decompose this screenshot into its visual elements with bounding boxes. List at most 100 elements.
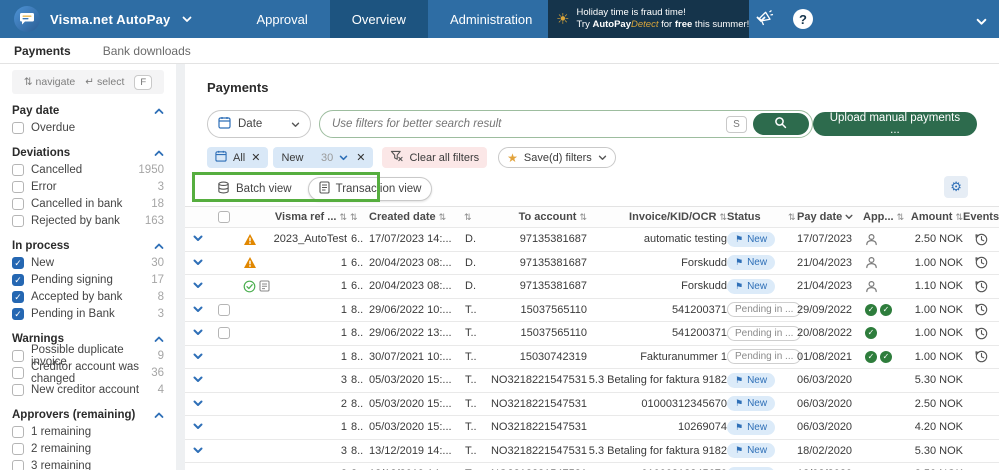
- row-checkbox[interactable]: [218, 327, 230, 339]
- filter-checkbox[interactable]: [12, 367, 24, 379]
- col-status[interactable]: Status: [727, 211, 785, 223]
- subtab-payments[interactable]: Payments: [14, 44, 71, 58]
- filter-item[interactable]: 3 remaining: [12, 457, 164, 470]
- table-row[interactable]: 1 8.. 29/06/2022 13:... T.. 15037565110 …: [185, 322, 999, 346]
- sort-icon[interactable]: ⇅: [579, 212, 587, 223]
- row-expand-chevron-icon[interactable]: [193, 304, 203, 316]
- col-extra-sort-2[interactable]: ⇅: [461, 212, 487, 223]
- row-checkbox[interactable]: [218, 304, 230, 316]
- saved-filters-dropdown[interactable]: ★ Save(d) filters: [498, 147, 616, 168]
- collapse-chevron-up-icon[interactable]: [154, 408, 164, 422]
- table-row[interactable]: 1 6.. 20/04/2023 08:... D. 97135381687 F…: [185, 275, 999, 299]
- filter-section-header[interactable]: Pay date: [12, 102, 164, 119]
- table-row[interactable]: 2023_AutoTest 6.. 17/07/2023 14:... D. 9…: [185, 228, 999, 252]
- subtab-bank-downloads[interactable]: Bank downloads: [103, 44, 191, 58]
- remove-new-filter-icon[interactable]: ✕: [356, 151, 365, 164]
- sort-icon[interactable]: ⇅: [719, 212, 727, 223]
- transaction-view-button[interactable]: Transaction view: [308, 177, 433, 201]
- batch-view-button[interactable]: Batch view: [207, 177, 302, 201]
- clear-all-filters-button[interactable]: Clear all filters: [382, 147, 487, 168]
- navbar-collapse-chevron-icon[interactable]: [976, 15, 987, 29]
- filter-section-header[interactable]: In process: [12, 237, 164, 254]
- row-expand-chevron-icon[interactable]: [193, 421, 203, 433]
- filter-item[interactable]: ✓ Accepted by bank 8: [12, 288, 164, 305]
- filter-item[interactable]: 2 remaining: [12, 440, 164, 457]
- filter-section-header[interactable]: Approvers (remaining): [12, 406, 164, 423]
- filter-item[interactable]: Creditor account was changed 36: [12, 364, 164, 381]
- filter-checkbox[interactable]: ✓: [12, 274, 24, 286]
- search-button[interactable]: [753, 113, 809, 135]
- filter-section-header[interactable]: Deviations: [12, 144, 164, 161]
- table-row[interactable]: 2 8.. 13/12/2019 14:... T.. NO3218221547…: [185, 463, 999, 470]
- sort-desc-icon[interactable]: [845, 212, 853, 222]
- row-expand-chevron-icon[interactable]: [193, 280, 203, 292]
- filter-checkbox[interactable]: [12, 350, 24, 362]
- row-expand-chevron-icon[interactable]: [193, 233, 203, 245]
- collapse-chevron-up-icon[interactable]: [154, 146, 164, 160]
- collapse-chevron-up-icon[interactable]: [154, 239, 164, 253]
- filter-checkbox[interactable]: [12, 384, 24, 396]
- select-all-checkbox[interactable]: [218, 211, 230, 223]
- date-filter-dropdown[interactable]: Date: [207, 110, 311, 138]
- filter-item[interactable]: Error 3: [12, 178, 164, 195]
- megaphone-icon[interactable]: [756, 9, 775, 30]
- collapse-chevron-up-icon[interactable]: [154, 332, 164, 346]
- upload-manual-payments-button[interactable]: Upload manual payments ...: [813, 112, 977, 136]
- nav-tab-overview[interactable]: Overview: [330, 0, 428, 38]
- filter-checkbox[interactable]: [12, 122, 24, 134]
- events-history-icon[interactable]: [975, 303, 988, 316]
- collapse-chevron-up-icon[interactable]: [154, 104, 164, 118]
- nav-tab-approval[interactable]: Approval: [234, 0, 329, 38]
- filter-chip-all[interactable]: All ✕: [207, 147, 268, 168]
- col-amount[interactable]: Amount⇅: [901, 211, 963, 223]
- row-expand-chevron-icon[interactable]: [193, 327, 203, 339]
- nav-tab-administration[interactable]: Administration: [428, 0, 554, 38]
- row-expand-chevron-icon[interactable]: [193, 398, 203, 410]
- filter-item[interactable]: Cancelled in bank 18: [12, 195, 164, 212]
- col-to-account[interactable]: To account⇅: [487, 211, 587, 223]
- brand-chevron-down-icon[interactable]: [182, 12, 192, 26]
- filter-checkbox[interactable]: [12, 426, 24, 438]
- table-row[interactable]: 1 6.. 20/04/2023 08:... D. 97135381687 F…: [185, 252, 999, 276]
- table-row[interactable]: 2 8.. 05/03/2020 15:... T.. NO3218221547…: [185, 393, 999, 417]
- row-expand-chevron-icon[interactable]: [193, 351, 203, 363]
- filter-checkbox[interactable]: ✓: [12, 308, 24, 320]
- filter-item[interactable]: ✓ New 30: [12, 254, 164, 271]
- table-row[interactable]: 3 8.. 05/03/2020 15:... T.. NO3218221547…: [185, 369, 999, 393]
- events-history-icon[interactable]: [975, 280, 988, 293]
- col-invoice[interactable]: Invoice/KID/OCR⇅: [587, 211, 727, 223]
- col-visma-ref[interactable]: Visma ref ...⇅: [273, 211, 347, 223]
- col-status-sort[interactable]: ⇅: [785, 212, 797, 223]
- filter-checkbox[interactable]: ✓: [12, 291, 24, 303]
- help-icon[interactable]: ?: [793, 9, 813, 29]
- events-history-icon[interactable]: [975, 233, 988, 246]
- new-filter-chevron-down-icon[interactable]: [339, 152, 348, 164]
- filter-checkbox[interactable]: [12, 460, 24, 470]
- row-expand-chevron-icon[interactable]: [193, 374, 203, 386]
- col-approvers[interactable]: App...⇅: [863, 211, 901, 223]
- table-row[interactable]: 1 8.. 30/07/2021 10:... T.. 15030742319 …: [185, 346, 999, 370]
- filter-item[interactable]: 1 remaining: [12, 423, 164, 440]
- filter-item[interactable]: ✓ Pending signing 17: [12, 271, 164, 288]
- sort-icon[interactable]: ⇅: [439, 212, 447, 223]
- remove-all-filter-icon[interactable]: ✕: [251, 151, 260, 164]
- brand[interactable]: Visma.net AutoPay: [0, 6, 206, 32]
- sort-icon[interactable]: ⇅: [339, 212, 347, 223]
- table-row[interactable]: 3 8.. 13/12/2019 14:... T.. NO3218221547…: [185, 440, 999, 464]
- table-row[interactable]: 1 8.. 29/06/2022 10:... T.. 15037565110 …: [185, 299, 999, 323]
- filter-item[interactable]: Rejected by bank 163: [12, 212, 164, 229]
- filter-item[interactable]: Cancelled 1950: [12, 161, 164, 178]
- filter-item[interactable]: Overdue: [12, 119, 164, 136]
- sort-icon[interactable]: ⇅: [955, 212, 963, 223]
- filter-checkbox[interactable]: ✓: [12, 257, 24, 269]
- filter-checkbox[interactable]: [12, 443, 24, 455]
- filter-checkbox[interactable]: [12, 181, 24, 193]
- filter-checkbox[interactable]: [12, 215, 24, 227]
- row-expand-chevron-icon[interactable]: [193, 257, 203, 269]
- events-history-icon[interactable]: [975, 327, 988, 340]
- row-expand-chevron-icon[interactable]: [193, 445, 203, 457]
- filter-chip-new[interactable]: New 30 ✕: [273, 147, 373, 168]
- col-created-date[interactable]: Created date⇅: [369, 211, 461, 223]
- col-extra-sort[interactable]: ⇅: [347, 212, 369, 223]
- col-pay-date[interactable]: Pay date: [797, 211, 863, 223]
